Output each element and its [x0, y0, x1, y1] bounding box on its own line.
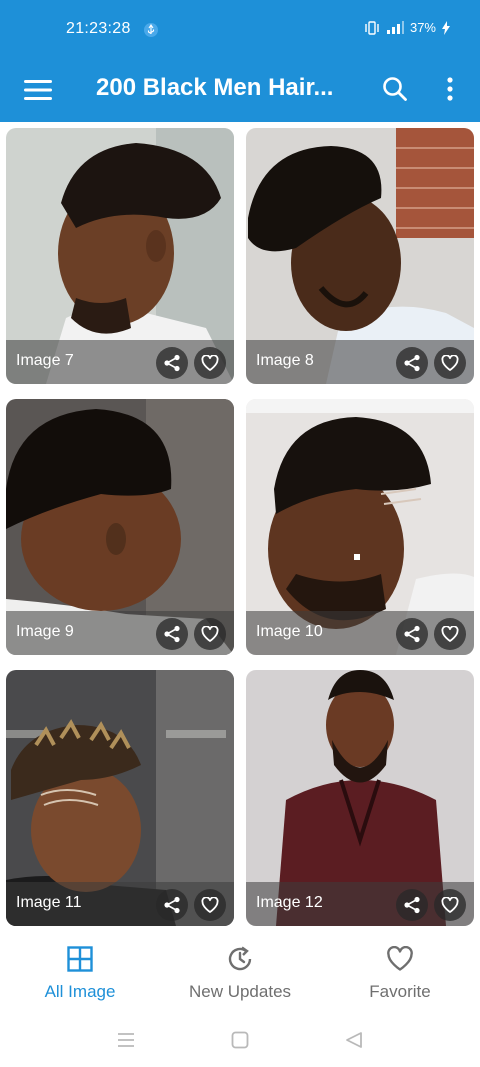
share-icon: [404, 896, 420, 914]
share-button[interactable]: [156, 347, 188, 379]
usb-icon: [144, 22, 158, 38]
heart-outline-icon: [441, 355, 459, 371]
image-card[interactable]: Image 10: [246, 399, 474, 655]
image-label: Image 7: [16, 352, 74, 369]
nav-label: Favorite: [369, 982, 431, 1001]
share-button[interactable]: [156, 889, 188, 921]
home-icon[interactable]: [228, 1028, 252, 1052]
favorite-button[interactable]: [434, 889, 466, 921]
image-label: Image 9: [16, 623, 74, 640]
search-icon: [383, 77, 407, 101]
system-navigation-bar: [0, 1014, 480, 1067]
image-card[interactable]: Image 12: [246, 670, 474, 926]
image-label: Image 10: [256, 623, 323, 640]
heart-icon: [385, 944, 415, 974]
nav-label: All Image: [44, 982, 116, 1001]
battery-text: 37%: [409, 20, 436, 35]
refresh-clock-icon: [225, 944, 255, 974]
recents-icon[interactable]: [114, 1028, 138, 1052]
card-caption: Image 11: [6, 882, 234, 926]
nav-all-image[interactable]: All Image: [0, 934, 160, 1014]
nav-new-updates[interactable]: New Updates: [160, 934, 320, 1014]
card-caption: Image 8: [246, 340, 474, 384]
card-caption: Image 7: [6, 340, 234, 384]
share-icon: [404, 625, 420, 643]
heart-outline-icon: [441, 626, 459, 642]
vibrate-icon: [364, 20, 380, 35]
share-button[interactable]: [396, 347, 428, 379]
heart-outline-icon: [201, 626, 219, 642]
nav-favorite[interactable]: Favorite: [320, 934, 480, 1014]
favorite-button[interactable]: [434, 347, 466, 379]
favorite-button[interactable]: [194, 347, 226, 379]
signal-icon: [386, 20, 404, 35]
image-label: Image 12: [256, 894, 323, 911]
image-card[interactable]: Image 7: [6, 128, 234, 384]
image-card[interactable]: Image 9: [6, 399, 234, 655]
image-label: Image 11: [16, 894, 82, 911]
favorite-button[interactable]: [194, 889, 226, 921]
image-grid: Image 7 Image 8 Image 9 Image 10 Image 1…: [0, 122, 480, 934]
heart-outline-icon: [201, 355, 219, 371]
image-label: Image 8: [256, 352, 314, 369]
status-time: 21:23:28: [66, 20, 131, 37]
more-vertical-icon: [447, 77, 453, 101]
share-button[interactable]: [396, 618, 428, 650]
nav-label: New Updates: [188, 982, 292, 1001]
status-right: 37%: [364, 20, 450, 35]
charging-icon: [442, 20, 450, 35]
grid-icon: [65, 944, 95, 974]
share-button[interactable]: [396, 889, 428, 921]
heart-outline-icon: [201, 897, 219, 913]
heart-outline-icon: [441, 897, 459, 913]
page-title: 200 Black Men Hair...: [96, 74, 334, 101]
bottom-navigation: All Image New Updates Favorite: [0, 934, 480, 1014]
share-button[interactable]: [156, 618, 188, 650]
back-icon[interactable]: [342, 1028, 366, 1052]
share-icon: [164, 896, 180, 914]
card-caption: Image 12: [246, 882, 474, 926]
search-button[interactable]: [378, 72, 412, 106]
favorite-button[interactable]: [194, 618, 226, 650]
overflow-menu-button[interactable]: [436, 72, 464, 106]
card-caption: Image 9: [6, 611, 234, 655]
favorite-button[interactable]: [434, 618, 466, 650]
card-caption: Image 10: [246, 611, 474, 655]
image-card[interactable]: Image 11: [6, 670, 234, 926]
hamburger-icon: [24, 80, 52, 100]
status-bar: 21:23:28 37%: [0, 0, 480, 60]
share-icon: [164, 354, 180, 372]
share-icon: [164, 625, 180, 643]
app-bar: 200 Black Men Hair...: [0, 60, 480, 122]
menu-button[interactable]: [22, 74, 54, 106]
image-card[interactable]: Image 8: [246, 128, 474, 384]
share-icon: [404, 354, 420, 372]
